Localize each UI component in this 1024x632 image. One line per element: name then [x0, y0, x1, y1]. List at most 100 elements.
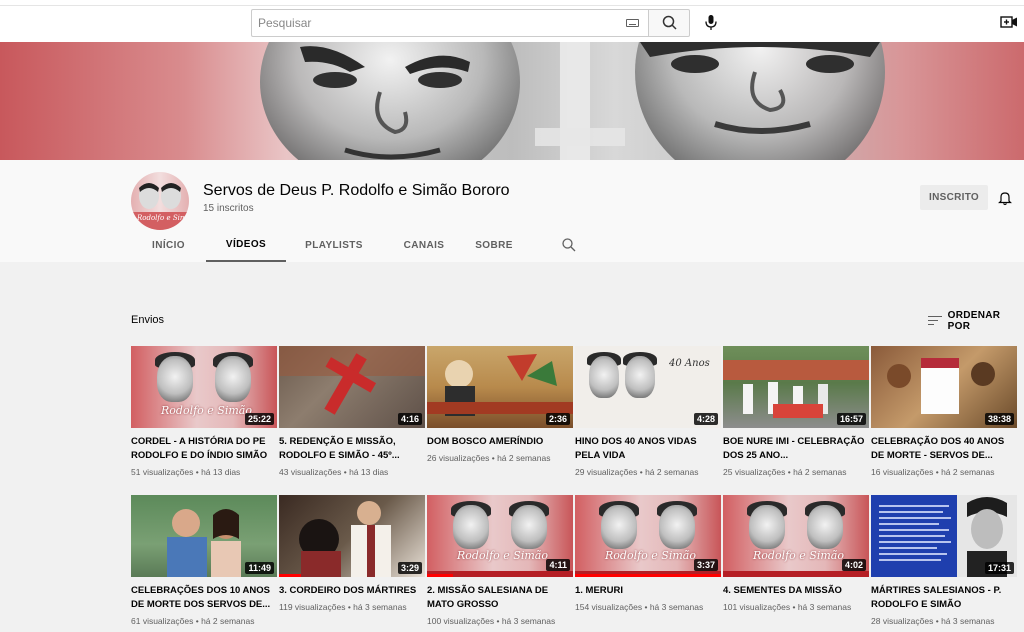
view-count: 28 visualizações [871, 616, 934, 626]
video-meta: 119 visualizações • há 3 semanas [279, 602, 407, 612]
video-card[interactable]: 4:16 5. REDENÇÃO E MISSÃO, RODOLFO E SIM… [279, 346, 425, 477]
video-card[interactable]: 2:36 DOM BOSCO AMERÍNDIO 26 visualizaçõe… [427, 346, 573, 463]
upload-age: há 3 semanas [797, 602, 852, 612]
video-meta: 51 visualizações • há 13 dias [131, 467, 241, 477]
subscriber-count: 15 inscritos [203, 203, 254, 214]
tab-canais[interactable]: CANAIS [382, 228, 466, 262]
subscribed-button[interactable]: INSCRITO [920, 185, 988, 210]
view-count: 119 visualizações [279, 602, 346, 612]
notification-bell-button[interactable] [997, 190, 1013, 206]
upload-age: há 2 semanas [941, 467, 995, 477]
video-card[interactable]: 11:49 CELEBRAÇÕES DOS 10 ANOS DE MORTE D… [131, 495, 277, 626]
channel-avatar[interactable]: Rodolfo e Simão [131, 172, 189, 230]
video-title[interactable]: 4. SEMENTES DA MISSÃO [723, 584, 869, 598]
video-thumbnail[interactable]: 40 Anos 4:28 [575, 346, 721, 428]
thumbnail-text: Rodolfo e Simão [605, 549, 696, 562]
upload-age: há 13 dias [349, 467, 389, 477]
avatar-text: Rodolfo e Simão [137, 214, 189, 222]
video-card[interactable]: Rodolfo e Simão 25:22 CORDEL - A HISTÓRI… [131, 346, 277, 477]
video-title[interactable]: CELEBRAÇÃO DOS 40 ANOS DE MORTE - SERVOS… [871, 435, 1017, 463]
view-count: 43 visualizações [279, 467, 342, 477]
thumbnail-text: 40 Anos [669, 358, 710, 369]
video-title[interactable]: BOE NURE IMI - CELEBRAÇÃO DOS 25 ANO... [723, 435, 869, 463]
channel-tabs: INÍCIO VÍDEOS PLAYLISTS CANAIS SOBRE [131, 228, 522, 262]
video-duration: 17:31 [984, 562, 1014, 574]
video-card[interactable]: 40 Anos 4:28 HINO DOS 40 ANOS VIDAS PELA… [575, 346, 721, 477]
video-meta: 61 visualizações • há 2 semanas [131, 616, 255, 626]
video-thumbnail[interactable]: Rodolfo e Simão 4:11 [427, 495, 573, 577]
sort-label: ORDENAR POR [947, 310, 1001, 332]
divider [0, 5, 1024, 6]
tab-videos[interactable]: VÍDEOS [206, 228, 286, 262]
video-duration: 3:29 [397, 562, 422, 574]
search-button[interactable] [648, 9, 690, 37]
video-title[interactable]: 5. REDENÇÃO E MISSÃO, RODOLFO E SIMÃO - … [279, 435, 425, 463]
tab-inicio[interactable]: INÍCIO [131, 228, 206, 262]
video-title[interactable]: 1. MERURI [575, 584, 721, 598]
video-thumbnail[interactable]: 17:31 [871, 495, 1017, 577]
video-title[interactable]: 2. MISSÃO SALESIANA DE MATO GROSSO [427, 584, 573, 612]
video-card[interactable]: 38:38 CELEBRAÇÃO DOS 40 ANOS DE MORTE - … [871, 346, 1017, 477]
video-meta: 101 visualizações • há 3 semanas [723, 602, 852, 612]
upload-age: há 13 dias [201, 467, 241, 477]
thumbnail-text: Rodolfo e Simão [753, 549, 844, 562]
video-thumbnail[interactable]: 16:57 [723, 346, 869, 428]
video-duration: 2:36 [545, 413, 570, 425]
sort-button[interactable]: ORDENAR POR [928, 310, 1024, 332]
video-meta: 28 visualizações • há 3 semanas [871, 616, 995, 626]
video-title[interactable]: DOM BOSCO AMERÍNDIO [427, 435, 573, 449]
upload-age: há 3 semanas [353, 602, 407, 612]
video-card[interactable]: 3:29 3. CORDEIRO DOS MÁRTIRES 119 visual… [279, 495, 425, 612]
video-thumbnail[interactable]: Rodolfo e Simão 4:02 [723, 495, 869, 577]
upload-age: há 3 semanas [649, 602, 704, 612]
video-duration: 3:37 [693, 559, 718, 571]
channel-search-button[interactable] [561, 237, 577, 253]
view-count: 154 visualizações [575, 602, 643, 612]
video-title[interactable]: CELEBRAÇÕES DOS 10 ANOS DE MORTE DOS SER… [131, 584, 277, 612]
create-video-button[interactable] [998, 11, 1020, 33]
view-count: 61 visualizações [131, 616, 194, 626]
search-icon [662, 15, 677, 30]
voice-search-button[interactable] [698, 9, 724, 35]
video-duration: 4:16 [397, 413, 422, 425]
video-thumbnail[interactable]: Rodolfo e Simão 25:22 [131, 346, 277, 428]
video-card[interactable]: Rodolfo e Simão 4:11 2. MISSÃO SALESIANA… [427, 495, 573, 626]
video-card[interactable]: 16:57 BOE NURE IMI - CELEBRAÇÃO DOS 25 A… [723, 346, 869, 477]
video-thumbnail[interactable]: 2:36 [427, 346, 573, 428]
channel-header: Rodolfo e Simão Servos de Deus P. Rodolf… [0, 160, 1024, 262]
search-input[interactable] [258, 14, 618, 32]
keyboard-icon[interactable] [626, 19, 639, 27]
video-thumbnail[interactable]: Rodolfo e Simão 3:37 [575, 495, 721, 577]
video-title[interactable]: CORDEL - A HISTÓRIA DO PE RODOLFO E DO Í… [131, 435, 277, 463]
upload-age: há 2 semanas [201, 616, 255, 626]
view-count: 51 visualizações [131, 467, 194, 477]
video-title[interactable]: 3. CORDEIRO DOS MÁRTIRES [279, 584, 425, 598]
upload-age: há 2 semanas [497, 453, 551, 463]
tab-sobre[interactable]: SOBRE [466, 228, 522, 262]
mic-icon [705, 15, 717, 30]
watch-progress [279, 574, 301, 577]
video-thumbnail[interactable]: 11:49 [131, 495, 277, 577]
video-duration: 25:22 [244, 413, 274, 425]
view-count: 101 visualizações [723, 602, 791, 612]
upload-age: há 3 semanas [941, 616, 995, 626]
thumbnail-text: Rodolfo e Simão [457, 549, 548, 562]
search-box[interactable] [251, 9, 649, 37]
video-meta: 25 visualizações • há 2 semanas [723, 467, 847, 477]
video-meta: 16 visualizações • há 2 semanas [871, 467, 995, 477]
video-duration: 38:38 [984, 413, 1014, 425]
video-duration: 16:57 [836, 413, 866, 425]
view-count: 25 visualizações [723, 467, 786, 477]
video-thumbnail[interactable]: 3:29 [279, 495, 425, 577]
bell-icon [998, 192, 1012, 206]
video-card[interactable]: Rodolfo e Simão 4:02 4. SEMENTES DA MISS… [723, 495, 869, 612]
video-thumbnail[interactable]: 4:16 [279, 346, 425, 428]
video-title[interactable]: HINO DOS 40 ANOS VIDAS PELA VIDA [575, 435, 721, 463]
tab-playlists[interactable]: PLAYLISTS [286, 228, 382, 262]
channel-name: Servos de Deus P. Rodolfo e Simão Bororo [203, 182, 510, 199]
video-card[interactable]: 17:31 MÁRTIRES SALESIANOS - P. RODOLFO E… [871, 495, 1017, 626]
video-duration: 11:49 [245, 562, 274, 574]
video-card[interactable]: Rodolfo e Simão 3:37 1. MERURI 154 visua… [575, 495, 721, 612]
video-title[interactable]: MÁRTIRES SALESIANOS - P. RODOLFO E SIMÃO [871, 584, 1017, 612]
video-thumbnail[interactable]: 38:38 [871, 346, 1017, 428]
